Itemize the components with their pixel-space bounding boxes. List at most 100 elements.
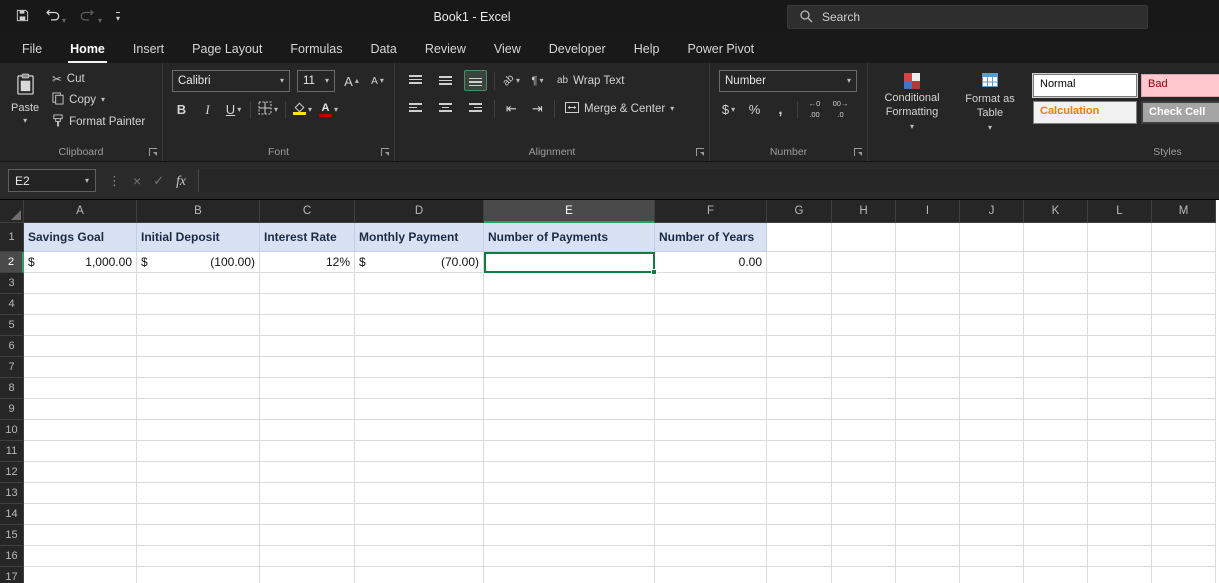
cell-B5[interactable]	[137, 315, 260, 336]
column-header-K[interactable]: K	[1024, 200, 1088, 223]
save-button[interactable]	[12, 5, 33, 29]
cell-C12[interactable]	[260, 462, 355, 483]
cell-E6[interactable]	[484, 336, 655, 357]
tab-developer[interactable]: Developer	[535, 34, 620, 63]
cell-E3[interactable]	[484, 273, 655, 294]
cell-L3[interactable]	[1088, 273, 1152, 294]
cell-M10[interactable]	[1152, 420, 1216, 441]
alignment-dialog-launcher[interactable]	[696, 148, 704, 156]
tab-page-layout[interactable]: Page Layout	[178, 34, 276, 63]
cell-L1[interactable]	[1088, 223, 1152, 252]
cell-A17[interactable]	[24, 567, 137, 583]
cell-D11[interactable]	[355, 441, 484, 462]
cell-C3[interactable]	[260, 273, 355, 294]
column-header-B[interactable]: B	[137, 200, 260, 223]
cell-I12[interactable]	[896, 462, 960, 483]
cell-C4[interactable]	[260, 294, 355, 315]
cell-L8[interactable]	[1088, 378, 1152, 399]
cell-F16[interactable]	[655, 546, 767, 567]
cell-A5[interactable]	[24, 315, 137, 336]
increase-indent-button[interactable]: ⇥	[528, 98, 547, 119]
cell-K8[interactable]	[1024, 378, 1088, 399]
cell-H10[interactable]	[832, 420, 896, 441]
cell-H1[interactable]	[832, 223, 896, 252]
cell-I8[interactable]	[896, 378, 960, 399]
cell-B4[interactable]	[137, 294, 260, 315]
cell-B12[interactable]	[137, 462, 260, 483]
column-header-E[interactable]: E	[484, 200, 655, 223]
cell-A16[interactable]	[24, 546, 137, 567]
redo-button[interactable]: ▾	[77, 6, 105, 28]
cell-B8[interactable]	[137, 378, 260, 399]
merge-center-button[interactable]: Merge & Center ▾	[562, 100, 677, 118]
row-header-6[interactable]: 6	[0, 336, 24, 357]
row-header-5[interactable]: 5	[0, 315, 24, 336]
format-as-table-button[interactable]: Format as Table ▾	[955, 70, 1025, 143]
font-name-select[interactable]: Calibri ▾	[172, 70, 290, 92]
comma-style-button[interactable]: ,	[771, 99, 790, 120]
cell-J12[interactable]	[960, 462, 1024, 483]
cell-K15[interactable]	[1024, 525, 1088, 546]
cell-B16[interactable]	[137, 546, 260, 567]
cell-H8[interactable]	[832, 378, 896, 399]
cell-H4[interactable]	[832, 294, 896, 315]
cell-style-normal[interactable]: Normal	[1032, 73, 1138, 98]
cell-F6[interactable]	[655, 336, 767, 357]
cell-I7[interactable]	[896, 357, 960, 378]
cell-M14[interactable]	[1152, 504, 1216, 525]
name-box-splitter[interactable]: ⋮	[108, 173, 121, 189]
cell-I5[interactable]	[896, 315, 960, 336]
cell-G1[interactable]	[767, 223, 832, 252]
cell-A8[interactable]	[24, 378, 137, 399]
cell-G17[interactable]	[767, 567, 832, 583]
cell-C14[interactable]	[260, 504, 355, 525]
tab-home[interactable]: Home	[56, 34, 119, 63]
cell-L7[interactable]	[1088, 357, 1152, 378]
cell-G9[interactable]	[767, 399, 832, 420]
cell-K17[interactable]	[1024, 567, 1088, 583]
cell-E4[interactable]	[484, 294, 655, 315]
formula-input[interactable]	[197, 169, 1219, 192]
insert-function-button[interactable]: fx	[176, 173, 186, 189]
column-header-G[interactable]: G	[767, 200, 832, 223]
cell-D2[interactable]: $ (70.00)	[355, 252, 484, 273]
underline-button[interactable]: U ▾	[224, 99, 243, 120]
cell-C5[interactable]	[260, 315, 355, 336]
cell-J3[interactable]	[960, 273, 1024, 294]
cell-L16[interactable]	[1088, 546, 1152, 567]
number-format-select[interactable]: Number ▾	[719, 70, 857, 92]
cell-B9[interactable]	[137, 399, 260, 420]
cell-H17[interactable]	[832, 567, 896, 583]
cell-K9[interactable]	[1024, 399, 1088, 420]
cell-H11[interactable]	[832, 441, 896, 462]
cell-M3[interactable]	[1152, 273, 1216, 294]
cell-F9[interactable]	[655, 399, 767, 420]
middle-align-button[interactable]	[434, 70, 457, 91]
tab-file[interactable]: File	[8, 34, 56, 63]
align-center-button[interactable]	[434, 98, 457, 119]
clipboard-dialog-launcher[interactable]	[149, 148, 157, 156]
cell-D16[interactable]	[355, 546, 484, 567]
cell-D10[interactable]	[355, 420, 484, 441]
cell-B13[interactable]	[137, 483, 260, 504]
undo-button[interactable]: ▾	[41, 6, 69, 28]
cell-B7[interactable]	[137, 357, 260, 378]
cell-A7[interactable]	[24, 357, 137, 378]
cell-I11[interactable]	[896, 441, 960, 462]
cell-G15[interactable]	[767, 525, 832, 546]
row-header-13[interactable]: 13	[0, 483, 24, 504]
cell-J15[interactable]	[960, 525, 1024, 546]
cell-I4[interactable]	[896, 294, 960, 315]
cell-D4[interactable]	[355, 294, 484, 315]
cell-C11[interactable]	[260, 441, 355, 462]
row-header-1[interactable]: 1	[0, 223, 24, 252]
cell-A6[interactable]	[24, 336, 137, 357]
cell-A10[interactable]	[24, 420, 137, 441]
cell-style-bad[interactable]: Bad	[1141, 74, 1219, 97]
cell-style-check-cell[interactable]: Check Cell	[1141, 101, 1219, 124]
cell-B15[interactable]	[137, 525, 260, 546]
cell-E5[interactable]	[484, 315, 655, 336]
cell-K16[interactable]	[1024, 546, 1088, 567]
increase-decimal-button[interactable]: ←0 .00	[805, 99, 824, 120]
tab-help[interactable]: Help	[620, 34, 674, 63]
